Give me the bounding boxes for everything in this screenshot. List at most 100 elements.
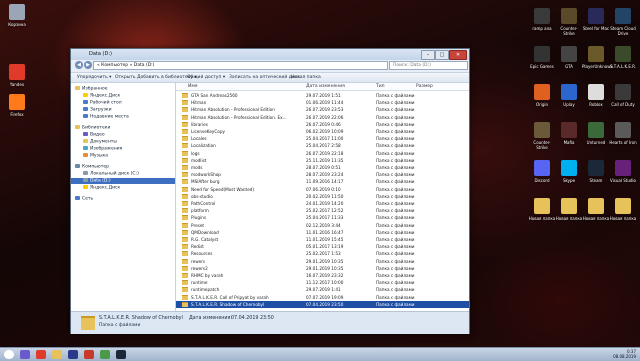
table-row[interactable]: runtimepatch 29.07.2019 1:41 Папка с файла… [176, 286, 469, 293]
nav-item[interactable]: Загрузки [83, 107, 112, 113]
window-titlebar[interactable]: Data (D:) – □ ✕ [71, 49, 469, 60]
desktop-icon[interactable]: S.T.A.L.K.E.R. [609, 46, 637, 69]
table-row[interactable]: Hitman Absolution - Professional Edition… [176, 106, 469, 113]
table-row[interactable]: Redist 05.01.2017 13:19 Папка с файлами [176, 243, 469, 250]
path-input[interactable]: « Компьютер » Data (D:) [93, 61, 388, 70]
desktop-icon[interactable]: Hearts of Iron [609, 122, 637, 145]
desktop-icon[interactable]: Steam [582, 160, 610, 183]
table-row[interactable]: S.T.A.L.K.E.R. Call of Pripyat by varah 0… [176, 294, 469, 301]
taskbar-photoshop-icon[interactable] [68, 350, 78, 359]
column-name[interactable]: Имя [188, 84, 197, 89]
table-row[interactable]: Preset 02.12.2019 3:44 Папка с файлами [176, 222, 469, 229]
system-clock[interactable]: 0:37 08.08.2019 [613, 349, 636, 359]
open-button[interactable]: Открыть [115, 75, 136, 80]
share-button[interactable]: Общий доступ ▾ [187, 75, 225, 80]
taskbar-cortana-icon[interactable] [20, 350, 30, 359]
desktop-icon[interactable]: Discord [528, 160, 556, 183]
desktop-icon[interactable]: Uplay [555, 84, 583, 107]
desktop-icon[interactable]: ramp ana [528, 8, 556, 31]
desktop-icon[interactable]: Skype [555, 160, 583, 183]
desktop-icon[interactable]: Новая папка [555, 198, 583, 221]
desktop-icon[interactable]: Yandex [0, 64, 34, 87]
nav-item[interactable]: Избранное [75, 86, 108, 92]
table-row[interactable]: libraries 26.07.2019 0:46 Папка с файлами [176, 121, 469, 128]
desktop-icon[interactable]: Roblox [582, 84, 610, 107]
taskbar-yandex-icon[interactable] [36, 350, 46, 359]
table-row[interactable]: Hitman Absolution - Professional Edition… [176, 114, 469, 121]
nav-item[interactable]: Рабочий стол [83, 100, 122, 106]
table-row[interactable]: modlist 25.11.2019 11:35 Папка с файлами [176, 157, 469, 164]
desktop-icon[interactable]: Origin [528, 84, 556, 107]
taskbar-chrome-icon[interactable] [100, 350, 110, 359]
desktop-icon[interactable]: Steam Cloud Drive [609, 8, 637, 36]
desktop-icon[interactable]: Новая папка [582, 198, 610, 221]
table-row[interactable]: MSIAfter burg 11.09.2016 14:17 Папка с фай… [176, 178, 469, 185]
desktop-icon[interactable]: Counter-Strike [555, 8, 583, 36]
close-button[interactable]: ✕ [449, 50, 467, 60]
column-size[interactable]: Размер [416, 84, 433, 89]
nav-item[interactable]: Недавние места [83, 114, 129, 120]
desktop-icon[interactable]: Unturned [582, 122, 610, 145]
desktop-icon[interactable]: Новая папка [609, 198, 637, 221]
column-type[interactable]: Тип [376, 84, 385, 89]
burn-button[interactable]: Записать на оптический диск [229, 75, 300, 80]
maximize-button[interactable]: □ [435, 50, 449, 60]
table-row[interactable]: Locales 25.04.2017 11:00 Папка с файлами [176, 135, 469, 142]
search-input[interactable]: Поиск: Data (D:) [389, 61, 468, 70]
table-row[interactable]: rewers 29.01.2019 10:35 Папка с файлами [176, 258, 469, 265]
taskbar-start-icon[interactable] [4, 350, 14, 359]
table-row[interactable]: platform 25.02.2017 12:52 Папка с файлами [176, 207, 469, 214]
nav-item[interactable]: Яндекс.Диск [83, 185, 120, 191]
minimize-button[interactable]: – [421, 50, 435, 60]
nav-item[interactable]: Data (D:) [71, 178, 175, 184]
table-row[interactable]: PathControl 24.01.2019 14:20 Папка с файла… [176, 200, 469, 207]
table-row[interactable]: QMDownload 11.01.2016 16:47 Папка с файлам… [176, 229, 469, 236]
nav-item[interactable]: Видео [83, 132, 105, 138]
table-row[interactable]: LicenseKeyCopy 06.02.2019 10:09 Папка с фа… [176, 128, 469, 135]
row-type: Папка с файлами [376, 229, 415, 235]
desktop-icon[interactable]: Call of Duty [609, 84, 637, 107]
desktop-icon[interactable]: Epic Games [528, 46, 556, 69]
table-row[interactable]: logs 26.07.2019 22:18 Папка с файлами [176, 150, 469, 157]
forward-icon[interactable]: ▶ [84, 61, 92, 69]
desktop-icon[interactable]: GTA [555, 46, 583, 69]
table-row[interactable]: Resources 25.02.2017 1:53 Папка с файлами [176, 250, 469, 257]
nav-item[interactable]: Компьютер [75, 164, 109, 170]
table-row[interactable]: obs-studio 20.02.2019 11:50 Папка с файлам… [176, 193, 469, 200]
nav-item[interactable]: Локальный диск (C:) [83, 171, 139, 177]
desktop-icon[interactable]: Mafia [555, 122, 583, 145]
nav-item[interactable]: Музыка [83, 153, 108, 159]
table-row[interactable]: RHMC by varah 16.07.2019 23:32 Папка с фай… [176, 272, 469, 279]
taskbar-steam-icon[interactable] [116, 350, 126, 359]
organize-button[interactable]: Упорядочить ▾ [77, 75, 111, 80]
desktop-icon[interactable]: Counter-Strike [528, 122, 556, 150]
column-date[interactable]: Дата изменения [306, 84, 345, 89]
table-row[interactable]: mods 28.07.2019 0:51 Папка с файлами [176, 164, 469, 171]
nav-item[interactable]: Изображения [83, 146, 122, 152]
table-row[interactable]: S.T.A.L.K.E.R. Shadow of Chernobyl 07.04.… [176, 300, 469, 308]
table-row[interactable]: R.G. Catalyst 11.01.2019 15:45 Папка с фай… [176, 236, 469, 243]
desktop-icon[interactable]: Новая папка [528, 198, 556, 221]
nav-item[interactable]: Документы [83, 139, 117, 145]
table-row[interactable]: Need for Speed(Most Wanted) 07.06.2019 0:… [176, 186, 469, 193]
nav-item[interactable]: Яндекс.Диск [83, 93, 120, 99]
new-folder-button[interactable]: Новая папка [291, 75, 321, 80]
table-row[interactable]: runtime 11.12.2017 10:00 Папка с файлами [176, 279, 469, 286]
table-row[interactable]: modworkShop 28.07.2019 23:24 Папка с файла… [176, 171, 469, 178]
nav-item[interactable]: Сеть [75, 196, 93, 202]
table-row[interactable]: rewers2 29.01.2019 10:35 Папка с файлами [176, 265, 469, 272]
table-row[interactable]: Plugins 25.04.2017 11:33 Папка с файлами [176, 214, 469, 221]
table-row[interactable]: GTA San Andreas2560 29.07.2019 1:51 Папка … [176, 92, 469, 99]
table-row[interactable]: Localization 25.04.2017 2:58 Папка с файла… [176, 142, 469, 149]
taskbar-explorer-icon[interactable] [52, 350, 62, 359]
desktop-icon[interactable]: Firefox [0, 94, 34, 117]
nav-item[interactable]: Библиотеки [75, 125, 110, 131]
taskbar-player-icon[interactable] [84, 350, 94, 359]
table-row[interactable]: Hitman 01.06.2019 11:44 Папка с файлами [176, 99, 469, 106]
desktop-icon[interactable]: PlayerUnknown [582, 46, 613, 69]
desktop-icon[interactable]: Steel for Mac [582, 8, 610, 31]
back-icon[interactable]: ◀ [75, 61, 83, 69]
desktop-icon[interactable]: Корзина [0, 4, 34, 27]
desktop-icon[interactable]: Visual Studio [609, 160, 637, 183]
row-type: Папка с файлами [376, 143, 415, 149]
